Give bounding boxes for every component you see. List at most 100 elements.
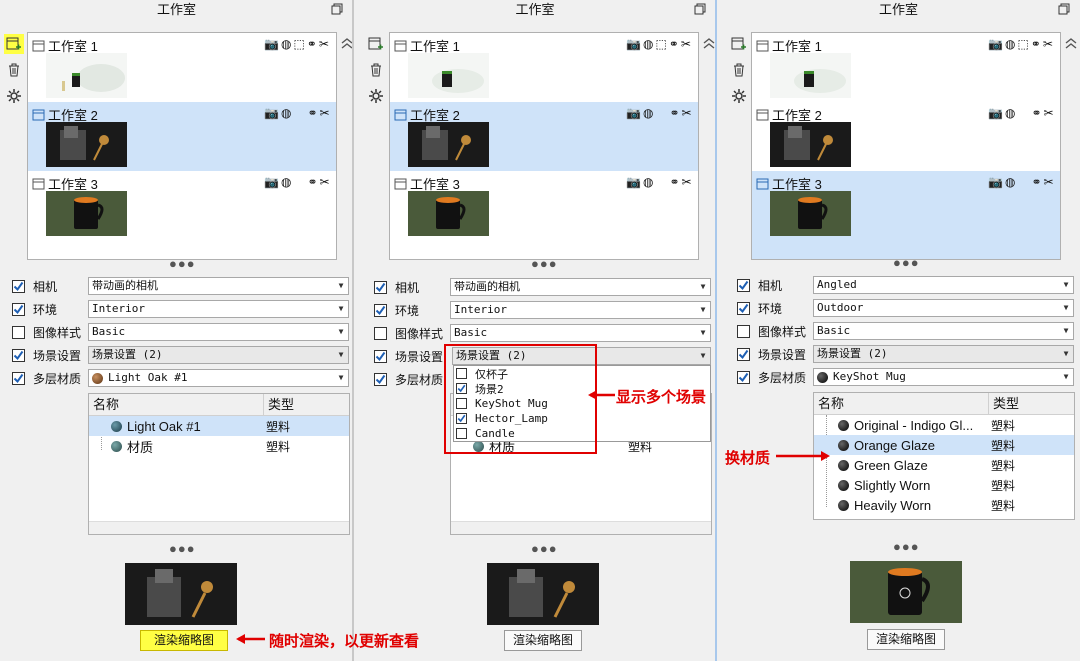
material-icon[interactable]: ✂: [682, 106, 692, 120]
globe-icon[interactable]: ◍: [281, 106, 291, 120]
image-style-checkbox[interactable]: [737, 324, 750, 338]
delete-studio-button[interactable]: [729, 60, 749, 80]
camera-select[interactable]: Angled ▼: [813, 276, 1074, 294]
horizontal-scrollbar[interactable]: [451, 521, 711, 534]
multilayer-checkbox[interactable]: [737, 370, 750, 384]
globe-icon[interactable]: ◍: [643, 106, 653, 120]
environment-checkbox[interactable]: [12, 302, 25, 316]
camera-icon[interactable]: 📷: [626, 106, 641, 120]
material-row[interactable]: Slightly Worn 塑料: [814, 475, 1074, 495]
camera-icon[interactable]: 📷: [264, 175, 279, 189]
material-icon[interactable]: ✂: [1044, 175, 1054, 189]
scene-set-checkbox[interactable]: [737, 347, 750, 361]
more-icon[interactable]: ●●●: [531, 542, 558, 555]
frame-icon[interactable]: ⬚: [293, 37, 304, 51]
scene-set-checkbox[interactable]: [374, 349, 387, 363]
image-style-select[interactable]: Basic ▼: [813, 322, 1074, 340]
scene-icon[interactable]: ⚭: [669, 175, 679, 189]
add-studio-button[interactable]: [729, 34, 749, 54]
settings-button[interactable]: [4, 86, 24, 106]
scene-icon[interactable]: ⚭: [307, 175, 317, 189]
studio-item-3[interactable]: 工作室 3 📷 ◍ ⚭ ✂: [752, 171, 1060, 240]
camera-icon[interactable]: 📷: [264, 37, 279, 51]
scene-icon[interactable]: ⚭: [307, 106, 317, 120]
studio-item-3[interactable]: 工作室 3 📷 ◍ ⚭ ✂: [390, 171, 698, 240]
more-icon[interactable]: ●●●: [893, 540, 920, 553]
scene-icon[interactable]: ⚭: [669, 37, 679, 51]
camera-checkbox[interactable]: [374, 280, 387, 294]
collapse-icon[interactable]: [1064, 36, 1078, 50]
camera-icon[interactable]: 📷: [988, 106, 1003, 120]
material-icon[interactable]: ✂: [320, 106, 330, 120]
material-row[interactable]: Light Oak #1 塑料: [89, 416, 349, 436]
environment-select[interactable]: Interior ▼: [88, 300, 349, 318]
scene-icon[interactable]: ⚭: [1031, 175, 1041, 189]
scene-icon[interactable]: ⚭: [669, 106, 679, 120]
frame-icon[interactable]: ⬚: [655, 37, 666, 51]
image-style-select[interactable]: Basic ▼: [450, 324, 711, 342]
material-row[interactable]: Original - Indigo Gl... 塑料: [814, 415, 1074, 435]
studio-item-2[interactable]: 工作室 2 📷 ◍ ⚭ ✂: [390, 102, 698, 171]
more-icon[interactable]: ●●●: [169, 542, 196, 555]
collapse-icon[interactable]: [702, 36, 716, 50]
image-style-checkbox[interactable]: [12, 325, 25, 339]
material-icon[interactable]: ✂: [320, 175, 330, 189]
studio-item-1[interactable]: 工作室 1 📷 ◍ ⬚ ⚭ ✂: [390, 33, 698, 102]
camera-icon[interactable]: 📷: [264, 106, 279, 120]
material-row[interactable]: Green Glaze 塑料: [814, 455, 1074, 475]
camera-icon[interactable]: 📷: [988, 37, 1003, 51]
delete-studio-button[interactable]: [366, 60, 386, 80]
globe-icon[interactable]: ◍: [1005, 106, 1015, 120]
material-icon[interactable]: ✂: [1044, 106, 1054, 120]
material-row[interactable]: Orange Glaze 塑料: [814, 435, 1074, 455]
more-icon[interactable]: ●●●: [893, 256, 920, 269]
camera-select[interactable]: 带动画的相机 ▼: [88, 277, 349, 295]
image-style-checkbox[interactable]: [374, 326, 387, 340]
multilayer-checkbox[interactable]: [374, 372, 387, 386]
settings-button[interactable]: [366, 86, 386, 106]
image-style-select[interactable]: Basic ▼: [88, 323, 349, 341]
material-row[interactable]: Heavily Worn 塑料: [814, 495, 1074, 515]
scene-set-checkbox[interactable]: [12, 348, 25, 362]
studio-item-2[interactable]: 工作室 2 📷 ◍ ⚭ ✂: [752, 102, 1060, 171]
render-thumbnail-button[interactable]: 渲染缩略图: [504, 630, 582, 651]
multilayer-select[interactable]: Light Oak #1 ▼: [88, 369, 349, 387]
multilayer-checkbox[interactable]: [12, 371, 25, 385]
scene-icon[interactable]: ⚭: [307, 37, 317, 51]
environment-select[interactable]: Interior ▼: [450, 301, 711, 319]
float-window-icon[interactable]: [331, 3, 343, 15]
studio-item-2[interactable]: 工作室 2 📷 ◍ ⚭ ✂: [28, 102, 336, 171]
frame-icon[interactable]: ⬚: [1017, 37, 1028, 51]
globe-icon[interactable]: ◍: [1005, 175, 1015, 189]
material-icon[interactable]: ✂: [682, 175, 692, 189]
float-window-icon[interactable]: [1058, 3, 1070, 15]
settings-button[interactable]: [729, 86, 749, 106]
studio-item-1[interactable]: 工作室 1 📷 ◍ ⬚ ⚭ ✂: [28, 33, 336, 102]
add-studio-button[interactable]: [366, 34, 386, 54]
scene-icon[interactable]: ⚭: [1031, 106, 1041, 120]
more-icon[interactable]: ●●●: [531, 257, 558, 270]
multilayer-select[interactable]: KeyShot Mug ▼: [813, 368, 1074, 386]
scene-set-select[interactable]: 场景设置 (2) ▼: [88, 346, 349, 364]
material-icon[interactable]: ✂: [1043, 37, 1053, 51]
add-studio-button[interactable]: [4, 34, 24, 54]
camera-checkbox[interactable]: [12, 279, 25, 293]
material-row[interactable]: 材质 塑料: [89, 436, 349, 456]
environment-checkbox[interactable]: [737, 301, 750, 315]
studio-item-3[interactable]: 工作室 3 📷 ◍ ⚭ ✂: [28, 171, 336, 240]
render-thumbnail-button[interactable]: 渲染缩略图: [140, 630, 228, 651]
float-window-icon[interactable]: [694, 3, 706, 15]
studio-item-1[interactable]: 工作室 1 📷 ◍ ⬚ ⚭ ✂: [752, 33, 1060, 102]
camera-select[interactable]: 带动画的相机 ▼: [450, 278, 711, 296]
render-thumbnail-button[interactable]: 渲染缩略图: [867, 629, 945, 650]
scene-set-select[interactable]: 场景设置 (2) ▼: [813, 345, 1074, 363]
globe-icon[interactable]: ◍: [643, 175, 653, 189]
globe-icon[interactable]: ◍: [643, 37, 653, 51]
material-icon[interactable]: ✂: [681, 37, 691, 51]
camera-checkbox[interactable]: [737, 278, 750, 292]
globe-icon[interactable]: ◍: [1005, 37, 1015, 51]
environment-checkbox[interactable]: [374, 303, 387, 317]
camera-icon[interactable]: 📷: [988, 175, 1003, 189]
camera-icon[interactable]: 📷: [626, 175, 641, 189]
camera-icon[interactable]: 📷: [626, 37, 641, 51]
